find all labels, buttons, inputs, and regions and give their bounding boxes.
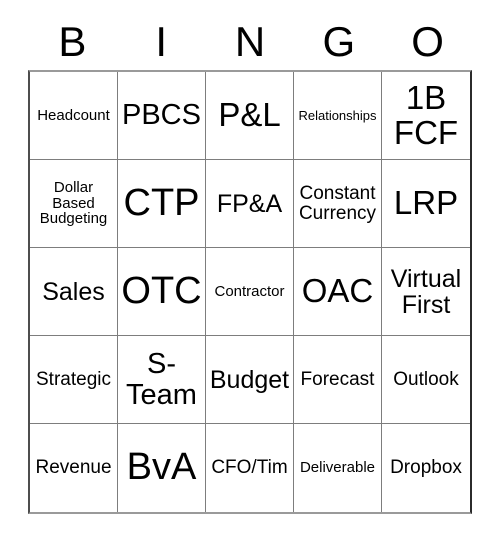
bingo-cell[interactable]: Outlook — [382, 336, 470, 424]
bingo-cell-label: BvA — [126, 446, 197, 489]
bingo-cell[interactable]: Revenue — [30, 424, 118, 512]
bingo-header-letter-g: G — [322, 18, 356, 65]
bingo-grid: Headcount PBCS P&L Relationships 1B FCF Dolla… — [28, 70, 472, 514]
bingo-cell-label: Revenue — [35, 457, 112, 479]
bingo-cell-label: Budget — [209, 365, 290, 394]
bingo-cell-label: Sales — [42, 277, 105, 306]
bingo-cell[interactable]: FP&A — [206, 160, 294, 248]
bingo-cell-label: Contractor — [214, 282, 285, 300]
bingo-card: B I N G O Headcount PBCS P&L Relationships 1… — [0, 0, 500, 544]
bingo-cell[interactable]: LRP — [382, 160, 470, 248]
bingo-cell[interactable]: 1B FCF — [382, 72, 470, 160]
bingo-header-letter-i: I — [155, 18, 168, 65]
bingo-cell-label: CTP — [123, 181, 200, 224]
bingo-cell[interactable]: Contractor — [206, 248, 294, 336]
bingo-cell-label: Dropbox — [390, 457, 462, 479]
bingo-cell[interactable]: Virtual First — [382, 248, 470, 336]
bingo-cell-label: CFO/Tim — [211, 457, 288, 479]
bingo-cell[interactable]: Dropbox — [382, 424, 470, 512]
bingo-cell[interactable]: Relationships — [294, 72, 382, 160]
bingo-cell[interactable]: Sales — [30, 248, 118, 336]
bingo-cell-label: OAC — [301, 272, 374, 310]
bingo-cell[interactable]: CFO/Tim — [206, 424, 294, 512]
bingo-cell[interactable]: OTC — [118, 248, 206, 336]
bingo-cell-label: FP&A — [216, 189, 283, 218]
bingo-cell-label: Headcount — [37, 106, 110, 124]
bingo-cell[interactable]: PBCS — [118, 72, 206, 160]
bingo-cell-label: Deliverable — [299, 459, 376, 477]
bingo-header-letter-o: O — [411, 18, 444, 65]
bingo-cell-label: S-Team — [126, 348, 197, 411]
bingo-cell[interactable]: Headcount — [30, 72, 118, 160]
bingo-cell[interactable]: P&L — [206, 72, 294, 160]
bingo-cell[interactable]: S-Team — [118, 336, 206, 424]
bingo-cell-label: Outlook — [393, 368, 459, 390]
bingo-cell[interactable]: Deliverable — [294, 424, 382, 512]
bingo-header-letter-b: B — [58, 18, 87, 65]
bingo-cell[interactable]: OAC — [294, 248, 382, 336]
bingo-cell-label: OTC — [121, 269, 202, 312]
bingo-cell-label: Virtual First — [390, 264, 462, 319]
bingo-cell[interactable]: CTP — [118, 160, 206, 248]
bingo-cell-label: 1B FCF — [393, 79, 459, 151]
bingo-cell[interactable]: Constant Currency — [294, 160, 382, 248]
bingo-cell-label: Dollar Based Budgeting — [39, 179, 108, 228]
bingo-cell[interactable]: BvA — [118, 424, 206, 512]
bingo-cell-label: P&L — [218, 96, 281, 134]
bingo-cell-label: Strategic — [36, 368, 111, 390]
bingo-cell[interactable]: Dollar Based Budgeting — [30, 160, 118, 248]
bingo-cell[interactable]: Strategic — [30, 336, 118, 424]
bingo-cell-label: Relationships — [298, 107, 377, 123]
bingo-header-row: B I N G O — [28, 14, 472, 70]
bingo-header-letter-n: N — [234, 18, 266, 65]
bingo-cell[interactable]: Budget — [206, 336, 294, 424]
bingo-cell[interactable]: Forecast — [294, 336, 382, 424]
bingo-cell-label: Forecast — [300, 368, 375, 390]
bingo-cell-label: Constant Currency — [298, 182, 377, 224]
bingo-cell-label: PBCS — [122, 99, 201, 132]
bingo-cell-label: LRP — [393, 184, 459, 222]
